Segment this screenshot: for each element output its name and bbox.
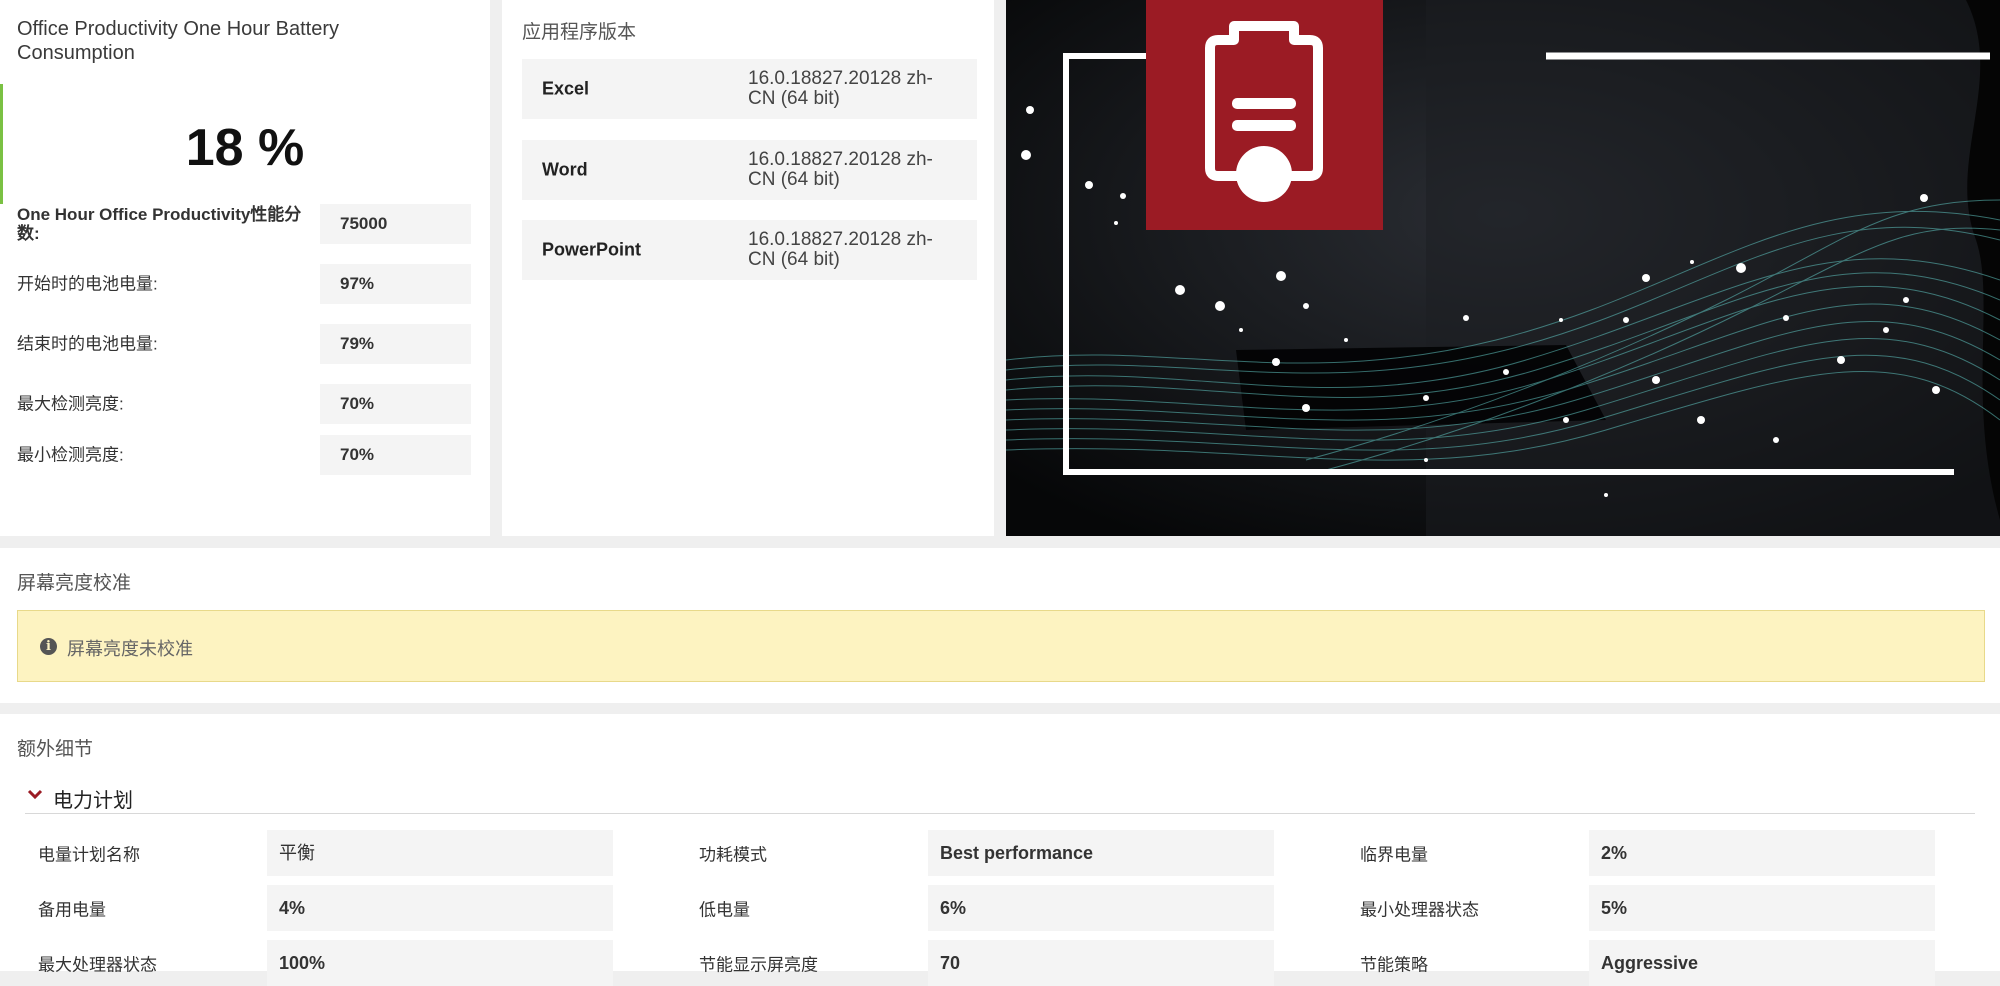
extra-details-card: 额外细节 电力计划 电量计划名称 平衡 功耗模式 Best performanc… [0,714,2000,971]
app-name: PowerPoint [542,240,641,261]
detail-value: 100% [267,940,613,986]
score-label: One Hour Office Productivity性能分数: [17,205,302,243]
max-brightness-label: 最大检测亮度: [17,395,302,414]
start-battery-label: 开始时的电池电量: [17,275,302,294]
app-version: 16.0.18827.20128 zh-CN (64 bit) [748,69,958,109]
detail-value: 4% [267,885,613,931]
power-plan-title: 电力计划 [53,784,133,813]
app-version: 16.0.18827.20128 zh-CN (64 bit) [748,230,958,270]
detail-label: 电量计划名称 [38,841,140,866]
brightness-title: 屏幕亮度校准 [17,568,131,595]
end-battery-row: 结束时的电池电量: 79% [17,324,471,364]
detail-label: 备用电量 [38,896,106,921]
hero-illustration [1006,0,2000,536]
battery-consumption-value: 18 % [0,118,490,178]
detail-label: 功耗模式 [699,841,767,866]
details-row: 备用电量 4% 低电量 6% 最小处理器状态 5% [0,885,2000,931]
app-version: 16.0.18827.20128 zh-CN (64 bit) [748,150,958,190]
detail-label: 最大处理器状态 [38,951,157,976]
chevron-down-icon [27,786,43,802]
start-battery-row: 开始时的电池电量: 97% [17,264,471,304]
detail-value: Best performance [928,830,1274,876]
battery-result-card: Office Productivity One Hour Battery Con… [0,0,490,536]
app-row-word: Word 16.0.18827.20128 zh-CN (64 bit) [522,140,977,200]
detail-label: 低电量 [699,896,750,921]
detail-value: 2% [1589,830,1935,876]
brightness-warning: i 屏幕亮度未校准 [17,610,1985,682]
app-row-powerpoint: PowerPoint 16.0.18827.20128 zh-CN (64 bi… [522,220,977,280]
brightness-warning-text: 屏幕亮度未校准 [67,635,193,661]
info-icon: i [40,638,57,655]
detail-label: 节能策略 [1360,951,1428,976]
extra-details-title: 额外细节 [17,734,93,761]
hero-graphic [1006,0,2000,536]
app-name: Word [542,160,588,181]
min-brightness-row: 最小检测亮度: 70% [17,435,471,475]
detail-label: 临界电量 [1360,841,1428,866]
start-battery-value: 97% [320,264,471,304]
end-battery-value: 79% [320,324,471,364]
app-row-excel: Excel 16.0.18827.20128 zh-CN (64 bit) [522,59,977,119]
max-brightness-value: 70% [320,384,471,424]
details-row: 电量计划名称 平衡 功耗模式 Best performance 临界电量 2% [0,830,2000,876]
score-value: 75000 [320,204,471,244]
detail-value: 6% [928,885,1274,931]
min-brightness-label: 最小检测亮度: [17,446,302,465]
app-versions-card: 应用程序版本 Excel 16.0.18827.20128 zh-CN (64 … [502,0,994,536]
app-name: Excel [542,79,589,100]
battery-card-title: Office Productivity One Hour Battery Con… [17,17,437,65]
detail-label: 节能显示屏亮度 [699,951,818,976]
detail-value: 平衡 [267,830,613,876]
power-plan-header[interactable]: 电力计划 [25,784,1975,814]
end-battery-label: 结束时的电池电量: [17,335,302,354]
max-brightness-row: 最大检测亮度: 70% [17,384,471,424]
detail-value: 5% [1589,885,1935,931]
brightness-calibration-card: 屏幕亮度校准 i 屏幕亮度未校准 [0,548,2000,703]
details-row: 最大处理器状态 100% 节能显示屏亮度 70 节能策略 Aggressive [0,940,2000,986]
detail-value: Aggressive [1589,940,1935,986]
detail-label: 最小处理器状态 [1360,896,1479,921]
score-row: One Hour Office Productivity性能分数: 75000 [17,204,471,244]
detail-value: 70 [928,940,1274,986]
min-brightness-value: 70% [320,435,471,475]
app-versions-title: 应用程序版本 [522,17,636,44]
